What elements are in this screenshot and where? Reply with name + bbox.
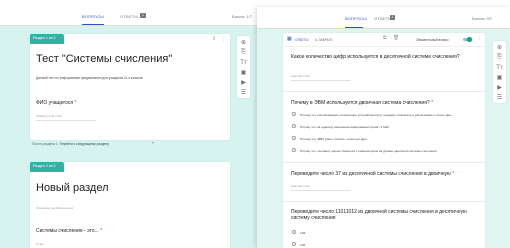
required-label: Обязательный вопрос — [416, 38, 449, 42]
answer-underline — [36, 120, 96, 121]
radio-q2-option-2[interactable] — [292, 124, 296, 128]
required-marker: * — [74, 100, 77, 106]
q2-option-4: Потому что человеку проще общаться с ком… — [300, 148, 437, 153]
after-section-label: После раздела 1 Перейти к следующему раз… — [32, 142, 109, 146]
section-2-title[interactable]: Новый раздел — [36, 182, 109, 194]
answer-hint: Развернутый ответ — [36, 114, 63, 118]
delete-icon[interactable]: 🗑 — [393, 35, 399, 41]
section-2-card[interactable]: Раздел 2 из 2 Новый раздел Описание (нео… — [30, 162, 230, 248]
question-1[interactable]: Какое количество цифр используется в дес… — [291, 54, 471, 60]
radio-q2-option-3[interactable] — [292, 136, 296, 140]
more-options-icon[interactable]: ⋮ — [221, 36, 226, 42]
answers-count-badge: 1 — [140, 13, 146, 18]
add-title-icon[interactable]: Tт — [496, 64, 503, 71]
section-2-description[interactable]: Описание (необязательно) — [36, 206, 73, 210]
question-3-hint: Краткий ответ — [291, 184, 311, 188]
section-1-card[interactable]: Раздел 1 из 2 ⇕ ⋮ Тест "Системы счислени… — [30, 34, 230, 140]
question-1-hint: Краткий ответ — [291, 74, 311, 78]
question-4[interactable]: Переведите число 11011012 из двоичной си… — [291, 209, 471, 222]
q2-option-2: Потому что за единицу измерения информац… — [300, 124, 390, 129]
section-2-label: Раздел 2 из 2 — [33, 164, 56, 168]
tab-questions[interactable]: ВОПРОСЫ — [82, 14, 104, 19]
top-bar: ВОПРОСЫ ОТВЕТЫ 1 Баллы: 0/7 — [257, 7, 510, 29]
duplicate-icon[interactable]: ⧉ — [383, 35, 387, 41]
q2-option-3: Потому что ЭВМ умеет считать только до д… — [300, 136, 368, 141]
answers-count-badge: 1 — [390, 15, 395, 20]
collapse-icon[interactable]: ⇕ — [212, 36, 216, 42]
question-2[interactable]: Почему в ЭВМ используется двоичная систе… — [291, 100, 433, 106]
form-description[interactable]: Данный тест по информатике предназначен … — [36, 76, 143, 80]
active-tab-indicator — [82, 24, 104, 25]
radio-q2-option-1[interactable] — [292, 112, 296, 116]
questions-card[interactable]: ▦ ОТВЕТЫ (1 ЗАКРЫТ) ⧉ 🗑 Обязательный воп… — [283, 33, 485, 248]
section-1-tag: Раздел 1 из 2 — [30, 34, 64, 44]
question-3[interactable]: Переведите число 37 из десятичной систем… — [291, 171, 454, 177]
import-questions-icon[interactable]: ⎘ — [496, 54, 503, 61]
more-options-icon[interactable]: ⋮ — [477, 35, 482, 41]
add-image-icon[interactable]: ▣ — [240, 69, 247, 76]
add-image-icon[interactable]: ▣ — [496, 74, 503, 81]
add-question-icon[interactable]: ⊕ — [240, 39, 247, 46]
q4-option-1: 109 — [300, 230, 306, 235]
question-fio[interactable]: ФИО учащегося * — [36, 100, 76, 106]
grid-icon[interactable]: ▦ — [287, 36, 292, 42]
tab-answers[interactable]: ОТВЕТЫ — [120, 14, 138, 19]
score-label: Баллы: 0/7 — [472, 16, 493, 21]
import-questions-icon[interactable]: ⎘ — [240, 49, 247, 56]
question-number-systems[interactable]: Системы счисления - это... * — [36, 228, 102, 234]
score-label: Баллы: 1/7 — [232, 14, 253, 19]
radio-q4-option-1[interactable] — [292, 230, 296, 234]
add-video-icon[interactable]: ▶ — [496, 84, 503, 91]
q4-option-2: 106 — [300, 242, 306, 247]
radio-q2-option-4[interactable] — [292, 148, 296, 152]
after-section-select[interactable]: Перейти к следующему разделу — [60, 142, 109, 146]
add-question-icon[interactable]: ⊕ — [496, 44, 503, 51]
section-2-tag: Раздел 2 из 2 — [30, 162, 64, 172]
answers-closed-label: (1 ЗАКРЫТ) — [315, 38, 333, 42]
radio-q4-option-2[interactable] — [292, 242, 296, 246]
tab-questions[interactable]: ВОПРОСЫ — [345, 16, 367, 21]
dropdown-icon[interactable]: ▾ — [152, 140, 154, 145]
option-answer: Ответ — [36, 242, 45, 246]
add-section-icon[interactable]: ☰ — [496, 94, 503, 101]
q2-option-1: Потому что составляющие технические устр… — [300, 112, 454, 117]
add-section-icon[interactable]: ☰ — [240, 89, 247, 96]
form-title[interactable]: Тест "Системы счисления" — [36, 53, 172, 65]
top-bar: ВОПРОСЫ ОТВЕТЫ 1 Баллы: 1/7 — [0, 0, 264, 26]
answers-toolbar-label: ОТВЕТЫ — [295, 38, 309, 42]
question-toolbar: ▦ ОТВЕТЫ (1 ЗАКРЫТ) ⧉ 🗑 Обязательный воп… — [283, 33, 485, 47]
add-title-icon[interactable]: Tт — [240, 59, 247, 66]
side-toolbar: ⊕ ⎘ Tт ▣ ▶ ☰ — [493, 41, 506, 103]
required-toggle[interactable] — [463, 37, 472, 42]
add-video-icon[interactable]: ▶ — [240, 79, 247, 86]
active-tab-indicator — [345, 27, 363, 28]
form-editor-window-right: ВОПРОСЫ ОТВЕТЫ 1 Баллы: 0/7 ▦ ОТВЕТЫ (1 … — [257, 7, 510, 248]
form-editor-window-left: ВОПРОСЫ ОТВЕТЫ 1 Баллы: 1/7 Раздел 1 из … — [0, 0, 264, 248]
side-toolbar-left: ⊕ ⎘ Tт ▣ ▶ ☰ — [237, 36, 250, 98]
section-1-label: Раздел 1 из 2 — [33, 36, 56, 40]
